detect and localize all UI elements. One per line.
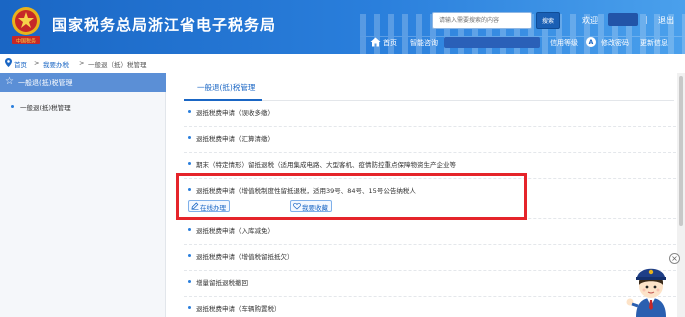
site-title: 国家税务总局浙江省电子税务局 (52, 16, 277, 34)
service-item[interactable]: 退抵税费申请（误收多缴） (184, 101, 676, 127)
assistant-mascot[interactable] (622, 262, 680, 317)
nav-home-link[interactable]: 首页 (383, 38, 397, 48)
sidebar-item-label: 一般退(抵)税管理 (20, 104, 71, 112)
bullet-icon (188, 110, 191, 113)
svg-text:中国税务: 中国税务 (16, 38, 36, 45)
sidebar-header[interactable]: ☆ 一般退(抵)税管理 (0, 73, 166, 92)
logout-link[interactable]: 退出 (658, 15, 674, 26)
breadcrumb: 首页 > 我要办税 > 一般退（抵）税管理 (0, 56, 685, 70)
bullet-icon (11, 105, 14, 108)
sidebar-header-label: 一般退(抵)税管理 (18, 79, 73, 87)
sidebar-item-refund-management[interactable]: 一般退(抵)税管理 (0, 100, 166, 114)
user-name-redacted[interactable] (608, 13, 638, 26)
service-item-label: 退抵税费申请（入库减免） (196, 227, 274, 235)
service-item[interactable]: 退抵税费申请（增值税留抵抵欠） (184, 245, 676, 271)
bullet-icon (188, 306, 191, 309)
scrollbar-thumb[interactable] (679, 76, 683, 226)
service-item[interactable]: 退抵税费申请（汇算清缴） (184, 127, 676, 153)
star-icon: ☆ (5, 76, 14, 87)
highlight-box (176, 173, 527, 220)
site-header: 中国税务 国家税务总局浙江省电子税务局 搜索 欢迎 | 退出 首页 智能咨询 信… (0, 0, 685, 54)
service-item-label: 退抵税费申请（误收多缴） (196, 109, 274, 117)
breadcrumb-separator: > (34, 59, 40, 67)
company-name-redacted (444, 37, 540, 48)
nav-consult-link[interactable]: 智能咨询 (410, 38, 438, 48)
tab-refund-management[interactable]: 一般退(抵)税管理 (197, 82, 255, 93)
breadcrumb-current: 一般退（抵）税管理 (88, 61, 147, 69)
credit-rating-label[interactable]: 信用等级 (550, 38, 578, 48)
bullet-icon (188, 280, 191, 283)
credit-grade-badge: A (586, 37, 596, 47)
header-nav: 首页 智能咨询 信用等级 A 修改密码 更新信息 (370, 36, 685, 49)
service-item-label: 增量留抵退税撤回 (196, 279, 248, 287)
service-item-label: 期末（特定情形）留抵退税（适用集成电路、大型客机、疫情防控重点保障物资生产企业等 (196, 161, 456, 169)
service-item-label: 退抵税费申请（增值税留抵抵欠） (196, 253, 294, 261)
search-button[interactable]: 搜索 (536, 12, 560, 29)
service-item[interactable]: 增量留抵退税撤回 (184, 271, 676, 297)
search-input[interactable] (432, 12, 532, 29)
sidebar: ☆ 一般退(抵)税管理 一般退(抵)税管理 (0, 73, 166, 317)
header-separator: | (645, 15, 648, 24)
bullet-icon (188, 254, 191, 257)
tax-emblem-logo: 中国税务 (12, 7, 40, 45)
welcome-label: 欢迎 (582, 16, 598, 25)
location-pin-icon (5, 58, 12, 67)
service-item-label: 退抵税费申请（车辆购置税） (196, 305, 281, 313)
update-info-link[interactable]: 更新信息 (640, 38, 668, 48)
bullet-icon (188, 228, 191, 231)
breadcrumb-home[interactable]: 首页 (14, 59, 27, 69)
change-password-link[interactable]: 修改密码 (601, 38, 629, 48)
bullet-icon (188, 162, 191, 165)
breadcrumb-separator: > (79, 59, 85, 67)
service-item-label: 退抵税费申请（汇算清缴） (196, 135, 274, 143)
home-icon[interactable] (370, 37, 381, 47)
bullet-icon (188, 136, 191, 139)
breadcrumb-tax[interactable]: 我要办税 (43, 59, 69, 69)
service-item[interactable]: 退抵税费申请（车辆购置税） (184, 297, 676, 317)
service-item[interactable]: 退抵税费申请（入库减免） (184, 219, 676, 245)
